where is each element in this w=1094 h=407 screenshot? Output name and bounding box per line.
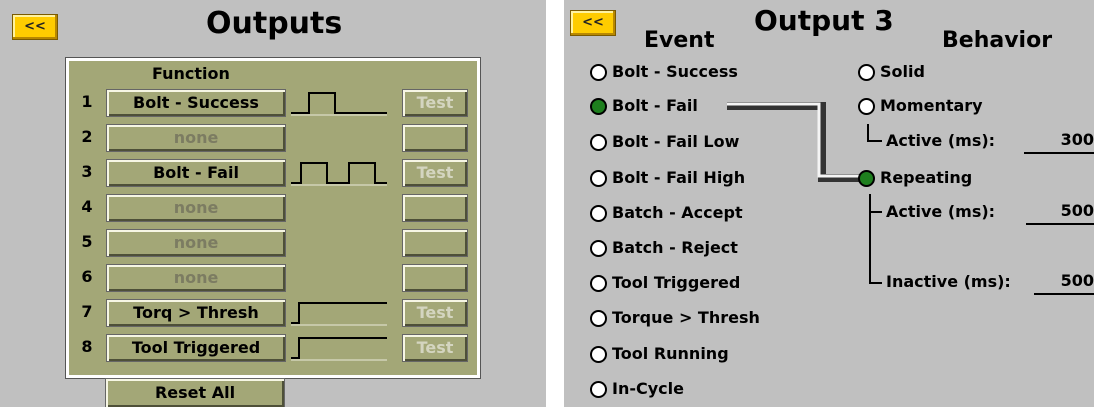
- behavior-option-repeating[interactable]: Repeating: [858, 166, 972, 190]
- behavior-option-solid[interactable]: Solid: [858, 60, 925, 84]
- function-button-7[interactable]: Torq > Thresh: [106, 299, 286, 327]
- back-button[interactable]: <<: [12, 14, 58, 40]
- test-button-3[interactable]: Test: [402, 159, 468, 187]
- page-title: Outputs: [206, 6, 343, 41]
- reset-all-button[interactable]: Reset All: [105, 378, 285, 407]
- radio-icon: [590, 240, 607, 257]
- row-number: 8: [81, 337, 93, 356]
- event-option-bolt-fail-high[interactable]: Bolt - Fail High: [590, 166, 745, 190]
- event-label: Batch - Accept: [612, 203, 743, 222]
- test-button-4[interactable]: [402, 194, 468, 222]
- event-option-bolt-fail-low[interactable]: Bolt - Fail Low: [590, 130, 739, 154]
- function-button-4[interactable]: none: [106, 194, 286, 222]
- row-number: 1: [81, 92, 93, 111]
- event-option-bolt-success[interactable]: Bolt - Success: [590, 60, 738, 84]
- event-option-batch-accept[interactable]: Batch - Accept: [590, 201, 743, 225]
- test-button-6[interactable]: [402, 264, 468, 292]
- test-button-2[interactable]: [402, 124, 468, 152]
- function-button-8[interactable]: Tool Triggered: [106, 334, 286, 362]
- test-button-8[interactable]: Test: [402, 334, 468, 362]
- event-option-in-cycle[interactable]: In-Cycle: [590, 377, 684, 401]
- radio-icon: [590, 381, 607, 398]
- event-label: In-Cycle: [612, 379, 684, 398]
- function-button-2[interactable]: none: [106, 124, 286, 152]
- row-number: 7: [81, 302, 93, 321]
- outputs-panel: << Outputs Function 1 Bolt - Success Tes…: [0, 0, 546, 407]
- radio-icon: [590, 346, 607, 363]
- momentary-active-field[interactable]: 300: [1024, 130, 1094, 154]
- function-button-3[interactable]: Bolt - Fail: [106, 159, 286, 187]
- radio-selected-icon: [858, 170, 875, 187]
- radio-icon: [590, 275, 607, 292]
- momentary-active-label: Active (ms):: [886, 131, 996, 150]
- repeating-inactive-field[interactable]: 500: [1034, 271, 1094, 295]
- behavior-label: Solid: [880, 62, 925, 81]
- radio-icon: [858, 98, 875, 115]
- row-number: 4: [81, 197, 93, 216]
- radio-icon: [858, 64, 875, 81]
- radio-icon: [590, 134, 607, 151]
- event-label: Bolt - Fail Low: [612, 132, 740, 151]
- behavior-option-momentary[interactable]: Momentary: [858, 94, 983, 118]
- event-label: Bolt - Fail High: [612, 168, 746, 187]
- repeating-active-field[interactable]: 500: [1026, 201, 1094, 225]
- repeating-active-label: Active (ms):: [886, 202, 996, 221]
- test-button-5[interactable]: [402, 229, 468, 257]
- event-label: Torque > Thresh: [612, 308, 760, 327]
- solid-waveform-8: [291, 337, 387, 361]
- row-number: 5: [81, 232, 93, 251]
- pulse-waveform-1: [291, 92, 387, 116]
- event-label: Tool Triggered: [612, 273, 741, 292]
- function-header: Function: [152, 64, 230, 83]
- repeating-inactive-label: Inactive (ms):: [886, 272, 1011, 291]
- row-number: 2: [81, 127, 93, 146]
- solid-waveform-7: [291, 302, 387, 326]
- repeating-waveform-3: [291, 162, 387, 186]
- event-option-torque-thresh[interactable]: Torque > Thresh: [590, 306, 760, 330]
- output-detail-panel: << Output 3 Event Behavior Bolt - Succes…: [564, 0, 1094, 407]
- behavior-label: Momentary: [880, 96, 983, 115]
- radio-icon: [590, 170, 607, 187]
- test-button-7[interactable]: Test: [402, 299, 468, 327]
- event-option-bolt-fail[interactable]: Bolt - Fail: [590, 94, 698, 118]
- radio-icon: [590, 310, 607, 327]
- event-label: Bolt - Fail: [612, 96, 698, 115]
- function-button-5[interactable]: none: [106, 229, 286, 257]
- function-button-1[interactable]: Bolt - Success: [106, 89, 286, 117]
- row-number: 6: [81, 267, 93, 286]
- radio-selected-icon: [590, 98, 607, 115]
- event-label: Bolt - Success: [612, 62, 738, 81]
- event-label: Tool Running: [612, 344, 729, 363]
- event-option-tool-triggered[interactable]: Tool Triggered: [590, 271, 740, 295]
- behavior-label: Repeating: [880, 168, 973, 187]
- radio-icon: [590, 205, 607, 222]
- event-label: Batch - Reject: [612, 238, 738, 257]
- event-option-batch-reject[interactable]: Batch - Reject: [590, 236, 738, 260]
- function-button-6[interactable]: none: [106, 264, 286, 292]
- radio-icon: [590, 64, 607, 81]
- test-button-1[interactable]: Test: [402, 89, 468, 117]
- row-number: 3: [81, 162, 93, 181]
- event-option-tool-running[interactable]: Tool Running: [590, 342, 729, 366]
